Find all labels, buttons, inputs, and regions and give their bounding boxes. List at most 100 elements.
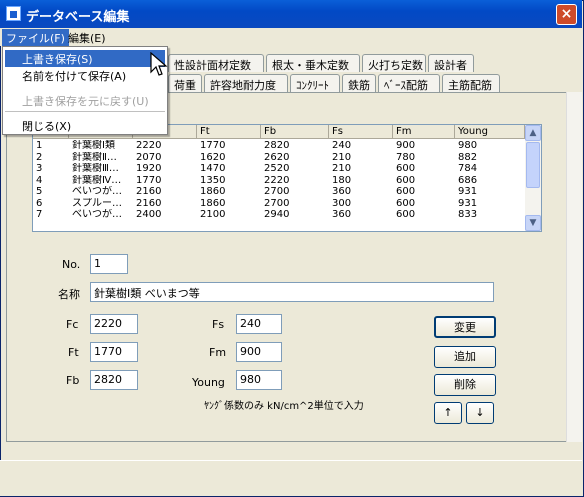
tab-joist[interactable]: 根太・垂木定数 <box>266 54 360 72</box>
scroll-thumb[interactable] <box>526 142 540 188</box>
cell-fb: 2700 <box>264 197 290 209</box>
table-row[interactable]: 4 針葉樹Ⅳ… 1770 1350 2220 180 600 686 <box>33 175 525 187</box>
window-title: データベース編集 <box>26 10 130 25</box>
ft-label: Ft <box>68 346 79 359</box>
no-field[interactable]: 1 <box>90 254 128 274</box>
cell-fm: 780 <box>396 151 416 163</box>
name-label: 名称 <box>58 288 80 301</box>
column-header-fs[interactable]: Fs <box>329 125 393 139</box>
young-label: Young <box>192 376 225 389</box>
column-header-fb[interactable]: Fb <box>261 125 329 139</box>
fc-label: Fc <box>66 318 79 331</box>
menu-separator <box>5 111 165 112</box>
cell-no: 1 <box>36 140 43 151</box>
fb-label: Fb <box>66 374 80 387</box>
cell-young: 882 <box>458 151 478 163</box>
tab-load[interactable]: 荷重 <box>168 74 202 92</box>
cell-ft: 1350 <box>200 174 226 186</box>
close-button[interactable]: × <box>556 4 577 25</box>
cell-name: 針葉樹Ⅰ類 <box>72 140 115 151</box>
move-up-button[interactable]: ↑ <box>434 402 462 424</box>
table-row[interactable]: 3 針葉樹Ⅲ… 1920 1470 2520 210 600 784 <box>33 163 525 175</box>
menu-item-save-as[interactable]: 名前を付けて保存(A) <box>5 67 165 84</box>
fm-field[interactable]: 900 <box>236 342 282 362</box>
cell-fs: 360 <box>332 186 352 197</box>
scroll-up-icon[interactable]: ▲ <box>525 125 541 141</box>
cell-fm: 600 <box>396 197 416 209</box>
ft-field[interactable]: 1770 <box>90 342 138 362</box>
cell-no: 6 <box>36 197 43 209</box>
cell-fb: 2700 <box>264 186 290 197</box>
fs-field[interactable]: 240 <box>236 314 282 334</box>
cell-young: 931 <box>458 186 478 197</box>
cell-name: スプルー… <box>72 197 122 209</box>
cell-fs: 300 <box>332 197 352 209</box>
menu-edit[interactable]: 編集(E) <box>64 29 110 46</box>
cell-fc: 2160 <box>136 186 162 197</box>
cell-name: 針葉樹Ⅲ… <box>72 163 119 174</box>
cell-fb: 2820 <box>264 140 290 151</box>
cell-no: 4 <box>36 174 43 186</box>
table-row[interactable]: 6 スプルー… 2160 1860 2700 300 600 931 <box>33 198 525 210</box>
cell-name: べいつが… <box>72 186 122 197</box>
fm-label: Fm <box>209 346 227 359</box>
tab-bearing-capacity[interactable]: 許容地耐力度 <box>204 74 288 92</box>
table-row[interactable]: 2 針葉樹Ⅱ… 2070 1620 2620 210 780 882 <box>33 152 525 164</box>
menu-item-revert: 上書き保存を元に戻す(U) <box>22 95 149 108</box>
data-grid[interactable]: 名称 Fc Ft Fb Fs Fm Young 1 針葉樹Ⅰ類 2220 177… <box>32 124 542 232</box>
scroll-down-icon[interactable]: ▼ <box>525 215 541 231</box>
title-bar: データベース編集 × <box>0 0 582 28</box>
tab-rebar[interactable]: 鉄筋 <box>342 74 376 92</box>
cell-fc: 2220 <box>136 140 162 151</box>
cell-name: 針葉樹Ⅳ… <box>72 174 122 186</box>
cell-name: べいつが… <box>72 209 122 220</box>
table-row[interactable]: 5 べいつが… 2160 1860 2700 360 600 931 <box>33 186 525 198</box>
young-unit-note: ﾔﾝｸﾞ係数のみ kN/cm^2単位で入力 <box>204 401 364 412</box>
delete-button[interactable]: 削除 <box>434 374 496 396</box>
column-header-fm[interactable]: Fm <box>393 125 455 139</box>
menu-item-save[interactable]: 上書き保存(S) <box>5 50 165 67</box>
fs-label: Fs <box>212 318 225 331</box>
cell-young: 980 <box>458 140 478 151</box>
tab-panel-material[interactable]: 性設計面材定数 <box>168 54 264 72</box>
cell-fb: 2520 <box>264 163 290 174</box>
table-row[interactable]: 7 べいつが… 2400 2100 2940 360 600 833 <box>33 209 525 221</box>
column-header-ft[interactable]: Ft <box>197 125 261 139</box>
grid-body: 1 針葉樹Ⅰ類 2220 1770 2820 240 900 980 2 針葉樹… <box>33 140 525 231</box>
tab-concrete[interactable]: ｺﾝｸﾘｰﾄ <box>290 74 340 92</box>
cell-young: 686 <box>458 174 478 186</box>
tab-base-rebar[interactable]: ﾍﾞｰｽ配筋 <box>378 74 440 92</box>
cell-fb: 2940 <box>264 209 290 220</box>
cell-fs: 180 <box>332 174 352 186</box>
tab-main-rebar[interactable]: 主筋配筋 <box>442 74 500 92</box>
cell-fs: 210 <box>332 151 352 163</box>
cell-fs: 360 <box>332 209 352 220</box>
young-field[interactable]: 980 <box>236 370 282 390</box>
change-button[interactable]: 変更 <box>434 316 496 338</box>
add-button[interactable]: 追加 <box>434 346 496 368</box>
cell-no: 3 <box>36 163 43 174</box>
move-down-button[interactable]: ↓ <box>466 402 494 424</box>
name-field[interactable]: 針葉樹Ⅰ類 べいまつ等 <box>90 282 494 302</box>
fb-field[interactable]: 2820 <box>90 370 138 390</box>
column-header-young[interactable]: Young <box>455 125 525 139</box>
cell-young: 931 <box>458 197 478 209</box>
fc-field[interactable]: 2220 <box>90 314 138 334</box>
cell-no: 5 <box>36 186 43 197</box>
grid-scrollbar[interactable]: ▲ ▼ <box>525 125 541 231</box>
tab-brace[interactable]: 火打ち定数 <box>362 54 426 72</box>
mouse-pointer-icon <box>150 52 168 76</box>
cell-young: 784 <box>458 163 478 174</box>
menu-item-close[interactable]: 閉じる(X) <box>5 117 165 134</box>
cell-ft: 1860 <box>200 186 226 197</box>
cell-fs: 210 <box>332 163 352 174</box>
panel-scrollbar[interactable] <box>566 92 582 442</box>
cell-fm: 600 <box>396 163 416 174</box>
cell-name: 針葉樹Ⅱ… <box>72 151 117 163</box>
cell-ft: 2100 <box>200 209 226 220</box>
menu-file[interactable]: ファイル(F) <box>2 29 69 46</box>
table-row[interactable]: 1 針葉樹Ⅰ類 2220 1770 2820 240 900 980 <box>33 140 525 152</box>
cell-fc: 2070 <box>136 151 162 163</box>
tab-designer[interactable]: 設計者 <box>428 54 474 72</box>
cell-ft: 1860 <box>200 197 226 209</box>
